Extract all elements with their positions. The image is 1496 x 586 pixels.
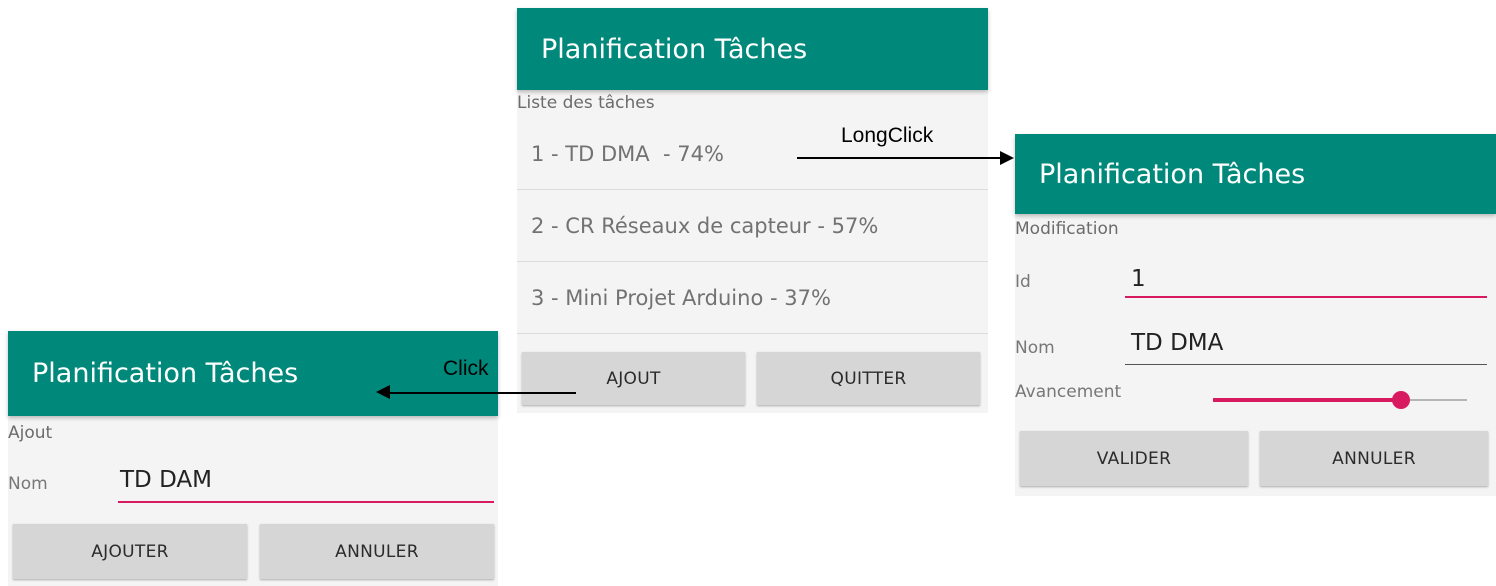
- cancel-button[interactable]: ANNULER: [1260, 431, 1488, 486]
- add-button[interactable]: AJOUTER: [13, 524, 247, 579]
- progress-label: Avancement: [1015, 382, 1122, 402]
- name-value: TD DMA: [1131, 330, 1224, 356]
- main-app-bar: Planification Tâches: [517, 8, 988, 90]
- app-title: Planification Tâches: [541, 33, 808, 65]
- quit-button[interactable]: QUITTER: [757, 352, 980, 405]
- edit-app-bar: Planification Tâches: [1015, 134, 1496, 214]
- click-arrow-line: [389, 392, 576, 394]
- name-value: TD DAM: [120, 467, 212, 493]
- app-title: Planification Tâches: [32, 358, 299, 389]
- click-arrowhead-icon: [376, 385, 390, 399]
- longclick-arrowhead-icon: [1000, 151, 1014, 165]
- id-field-underline: [1125, 296, 1487, 298]
- app-title: Planification Tâches: [1039, 158, 1306, 190]
- name-field-underline: [1125, 364, 1487, 365]
- id-label: Id: [1015, 272, 1031, 292]
- id-value: 1: [1131, 266, 1146, 292]
- cancel-button[interactable]: ANNULER: [260, 524, 494, 579]
- name-label: Nom: [8, 474, 48, 494]
- add-screen: Planification Tâches Ajout Nom TD DAM AJ…: [8, 331, 498, 586]
- longclick-annotation: LongClick: [841, 124, 934, 147]
- name-field-underline: [118, 501, 494, 503]
- main-screen: Planification Tâches Liste des tâches 1 …: [517, 8, 988, 413]
- longclick-arrow-line: [797, 157, 1002, 159]
- progress-slider[interactable]: [1213, 390, 1467, 410]
- validate-button[interactable]: VALIDER: [1020, 431, 1248, 486]
- click-annotation: Click: [443, 357, 489, 380]
- name-field[interactable]: TD DMA: [1125, 328, 1487, 368]
- edit-section-label: Modification: [1015, 219, 1119, 239]
- task-item-label: 2 - CR Réseaux de capteur - 57%: [531, 213, 879, 238]
- id-field[interactable]: 1: [1125, 260, 1487, 300]
- edit-screen: Planification Tâches Modification Id 1 N…: [1015, 134, 1496, 496]
- name-label: Nom: [1015, 338, 1055, 358]
- name-field[interactable]: TD DAM: [118, 461, 494, 505]
- add-section-label: Ajout: [8, 423, 53, 443]
- task-item-label: 3 - Mini Projet Arduino - 37%: [531, 285, 831, 310]
- task-list-label: Liste des tâches: [517, 93, 655, 113]
- slider-thumb[interactable]: [1392, 391, 1410, 409]
- list-item[interactable]: 3 - Mini Projet Arduino - 37%: [517, 262, 988, 334]
- add-app-bar: Planification Tâches: [8, 331, 498, 416]
- add-button[interactable]: AJOUT: [522, 352, 745, 405]
- list-item[interactable]: 2 - CR Réseaux de capteur - 57%: [517, 190, 988, 262]
- task-item-label: 1 - TD DMA - 74%: [531, 141, 724, 166]
- slider-fill: [1213, 398, 1401, 402]
